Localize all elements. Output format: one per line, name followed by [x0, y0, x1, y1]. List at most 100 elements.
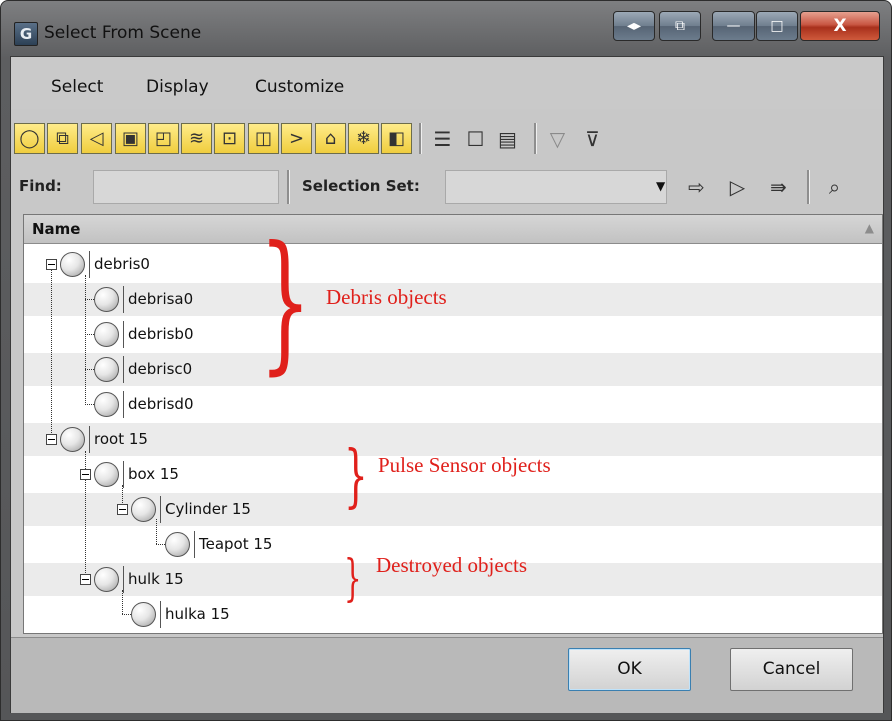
node-label: Teapot 15: [194, 531, 272, 558]
find-input[interactable]: [93, 170, 279, 204]
shape-icon[interactable]: ⧉: [47, 123, 78, 154]
tree-node[interactable]: root 15: [60, 426, 148, 453]
filter-settings-icon[interactable]: ⊽: [577, 123, 608, 154]
group-icon[interactable]: ⊡: [214, 123, 245, 154]
frozen-icon[interactable]: ❄: [348, 123, 379, 154]
detail-view-icon[interactable]: ▤: [492, 123, 523, 154]
geometry-sphere-icon: [165, 532, 190, 557]
blank-view-icon[interactable]: ☐: [460, 123, 491, 154]
node-label: hulka 15: [160, 601, 230, 628]
geometry-sphere-icon: [60, 252, 85, 277]
container-icon[interactable]: ⌂: [315, 123, 346, 154]
select-from-scene-window: G Select From Scene ◂▸ ⧉ — □ X Select Di…: [0, 0, 892, 721]
tree-node[interactable]: debrisb0: [94, 321, 194, 348]
tree-connector: [156, 519, 157, 544]
menu-select[interactable]: Select: [51, 77, 103, 97]
tree-connector: [85, 404, 94, 405]
pulse-annotation: Pulse Sensor objects: [378, 453, 551, 477]
menu-bar: Select Display Customize: [11, 57, 883, 109]
tree-node[interactable]: debrisd0: [94, 391, 194, 418]
node-label: hulk 15: [123, 566, 184, 593]
list-row[interactable]: root 15: [24, 423, 882, 456]
collapse-toggle[interactable]: [80, 469, 91, 480]
app-icon: G: [14, 22, 38, 46]
list-view-icon[interactable]: ☰: [427, 123, 458, 154]
filter-icon[interactable]: ▽: [542, 123, 573, 154]
geometry-sphere-icon: [94, 392, 119, 417]
geometry-sphere-icon: [94, 287, 119, 312]
maximize-button[interactable]: □: [756, 11, 798, 41]
list-row[interactable]: Cylinder 15: [24, 493, 882, 526]
geometry-sphere-icon: [94, 567, 119, 592]
tree-connector: [122, 590, 123, 614]
tree-node[interactable]: Cylinder 15: [131, 496, 251, 523]
tree-node[interactable]: debrisc0: [94, 356, 192, 383]
cancel-button[interactable]: Cancel: [730, 648, 853, 691]
pulse-brace: }: [344, 437, 368, 516]
ok-button[interactable]: OK: [568, 648, 691, 691]
selection-set-label: Selection Set:: [302, 177, 420, 195]
button-bar: OK Cancel: [11, 637, 883, 713]
list-row[interactable]: debrisb0: [24, 318, 882, 351]
select-invert-icon[interactable]: ⇛: [763, 171, 794, 202]
geometry-icon[interactable]: ◯: [14, 123, 45, 154]
select-all-icon[interactable]: ⇨: [681, 171, 712, 202]
name-column-header[interactable]: Name: [32, 220, 80, 238]
tree-node[interactable]: debrisa0: [94, 286, 193, 313]
node-label: debrisd0: [123, 391, 194, 418]
sort-icon: ▲: [864, 221, 874, 235]
collapse-toggle[interactable]: [46, 434, 57, 445]
tree-connector: [156, 544, 165, 545]
collapse-toggle[interactable]: [117, 504, 128, 515]
close-button[interactable]: X: [800, 11, 880, 41]
xref-icon[interactable]: ◫: [248, 123, 279, 154]
title-bar[interactable]: G Select From Scene ◂▸ ⧉ — □ X: [1, 1, 891, 49]
bone-icon[interactable]: >: [281, 123, 312, 154]
hidden-icon[interactable]: ◧: [381, 123, 412, 154]
list-row[interactable]: hulka 15: [24, 598, 882, 631]
window-restore-alt-button[interactable]: ⧉: [659, 11, 701, 41]
tree-node[interactable]: debris0: [60, 251, 150, 278]
helper-icon[interactable]: ◰: [148, 123, 179, 154]
list-row[interactable]: debrisd0: [24, 388, 882, 421]
find-row: Find: Selection Set: ▼ ⇨ ▷ ⇛ ⌕: [11, 165, 883, 209]
collapse-toggle[interactable]: [46, 259, 57, 270]
tree-node[interactable]: Teapot 15: [165, 531, 272, 558]
camera-icon[interactable]: ▣: [115, 123, 146, 154]
scene-object-list[interactable]: Name ▲ debris0 debrisa0 debrisb0 debrisc…: [23, 214, 883, 634]
light-icon[interactable]: ◁: [81, 123, 112, 154]
geometry-sphere-icon: [94, 322, 119, 347]
geometry-sphere-icon: [131, 497, 156, 522]
geometry-sphere-icon: [131, 602, 156, 627]
geometry-sphere-icon: [94, 462, 119, 487]
list-row[interactable]: debris0: [24, 248, 882, 281]
tree-connector: [51, 267, 52, 439]
list-header[interactable]: Name ▲: [24, 215, 882, 244]
minimize-button[interactable]: —: [712, 11, 755, 41]
select-none-icon[interactable]: ▷: [722, 171, 753, 202]
collapse-toggle[interactable]: [80, 574, 91, 585]
selection-separator: [807, 170, 810, 204]
geometry-sphere-icon: [94, 357, 119, 382]
node-label: debris0: [89, 251, 150, 278]
window-layout-button[interactable]: ◂▸: [613, 11, 655, 41]
chevron-down-icon[interactable]: ▼: [656, 179, 665, 193]
find-separator: [287, 170, 290, 204]
list-row[interactable]: debrisa0: [24, 283, 882, 316]
find-label: Find:: [19, 177, 62, 195]
toolbar-separator: [419, 123, 422, 154]
tree-node[interactable]: hulka 15: [131, 601, 230, 628]
selection-set-dropdown[interactable]: [445, 170, 667, 204]
space-warp-icon[interactable]: ≋: [181, 123, 212, 154]
tree-node[interactable]: hulk 15: [94, 566, 184, 593]
tree-node[interactable]: box 15: [94, 461, 179, 488]
tree-connector: [85, 299, 94, 300]
list-row[interactable]: debrisc0: [24, 353, 882, 386]
menu-customize[interactable]: Customize: [255, 77, 344, 97]
tree-connector: [122, 614, 131, 615]
find-case-icon[interactable]: ⌕: [819, 171, 850, 202]
tree-connector: [85, 275, 86, 403]
dialog-client-area: Select Display Customize ◯ ⧉ ◁ ▣ ◰ ≋ ⊡ ◫…: [10, 56, 884, 713]
menu-display[interactable]: Display: [146, 77, 209, 97]
node-label: root 15: [89, 426, 148, 453]
